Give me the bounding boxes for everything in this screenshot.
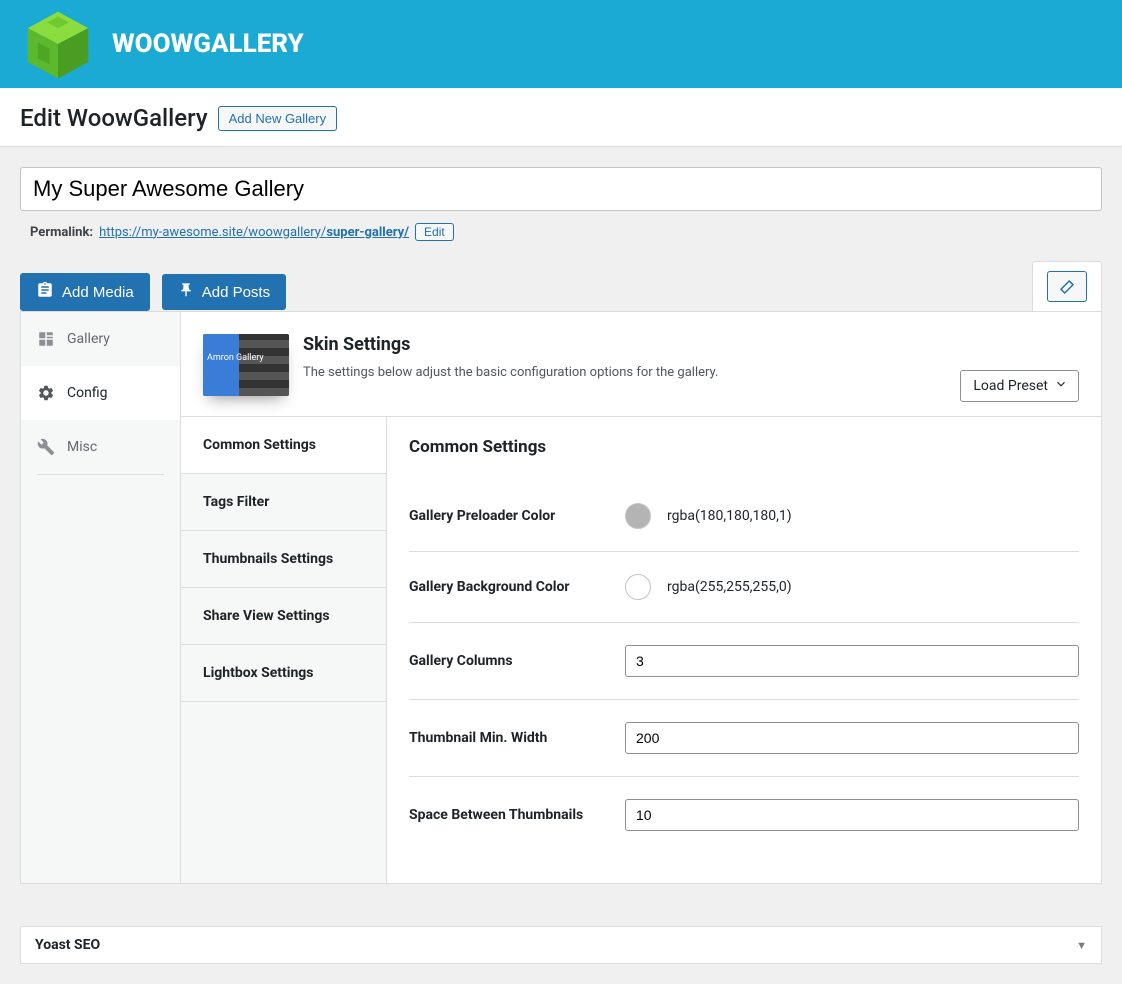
field-space-between: Space Between Thumbnails — [409, 777, 1079, 853]
skin-header: Amron Gallery Skin Settings The settings… — [181, 312, 1101, 416]
sidebar-item-misc[interactable]: Misc — [21, 420, 180, 474]
permalink-row: Permalink: https://my-awesome.site/woowg… — [30, 223, 1102, 241]
chevron-down-icon — [1054, 377, 1068, 395]
triangle-down-icon: ▼ — [1076, 939, 1087, 952]
wrench-icon — [37, 438, 55, 456]
edit-permalink-button[interactable]: Edit — [415, 223, 454, 241]
settings-wrap: Common Settings Tags Filter Thumbnails S… — [181, 416, 1101, 883]
wand-button[interactable] — [1047, 271, 1087, 302]
page-title: Edit WoowGallery — [20, 104, 208, 132]
tab-thumbnails-settings[interactable]: Thumbnails Settings — [181, 531, 386, 588]
field-columns: Gallery Columns — [409, 623, 1079, 699]
skin-thumbnail: Amron Gallery — [203, 334, 289, 396]
preloader-color-value: rgba(180,180,180,1) — [667, 508, 792, 524]
sidebar-item-gallery[interactable]: Gallery — [21, 312, 180, 366]
field-bg-color: Gallery Background Color rgba(255,255,25… — [409, 552, 1079, 622]
tab-lightbox-settings[interactable]: Lightbox Settings — [181, 645, 386, 702]
toolbar: Add Media Add Posts — [20, 273, 1102, 311]
load-preset-select[interactable]: Load Preset — [960, 370, 1079, 402]
tab-common-settings[interactable]: Common Settings — [181, 417, 386, 474]
skin-title: Skin Settings — [303, 334, 718, 355]
top-banner: WOOWGALLERY — [0, 0, 1122, 88]
field-thumb-min-width: Thumbnail Min. Width — [409, 700, 1079, 776]
sidebar-divider — [37, 474, 164, 475]
thumb-min-width-input[interactable] — [625, 722, 1079, 754]
permalink-label: Permalink: — [30, 225, 93, 240]
sidebar: Gallery Config Misc — [21, 312, 181, 883]
preloader-color-swatch[interactable] — [625, 503, 651, 529]
bg-color-value: rgba(255,255,255,0) — [667, 579, 792, 595]
gallery-title-input[interactable] — [20, 167, 1102, 211]
yoast-label: Yoast SEO — [35, 937, 100, 953]
settings-content: Common Settings Gallery Preloader Color … — [387, 417, 1101, 883]
skin-description: The settings below adjust the basic conf… — [303, 365, 718, 380]
permalink-link[interactable]: https://my-awesome.site/woowgallery/supe… — [99, 225, 409, 240]
brand-logo — [22, 5, 94, 83]
columns-input[interactable] — [625, 645, 1079, 677]
main-panel: Gallery Config Misc Amron Gallery — [20, 311, 1102, 884]
add-media-button[interactable]: Add Media — [20, 273, 150, 311]
settings-tabs: Common Settings Tags Filter Thumbnails S… — [181, 417, 387, 883]
section-title: Common Settings — [409, 437, 1079, 457]
tab-share-view-settings[interactable]: Share View Settings — [181, 588, 386, 645]
tab-tags-filter[interactable]: Tags Filter — [181, 474, 386, 531]
page-header: Edit WoowGallery Add New Gallery — [0, 88, 1122, 147]
sidebar-item-config[interactable]: Config — [21, 366, 180, 420]
add-new-gallery-button[interactable]: Add New Gallery — [218, 106, 338, 131]
bg-color-swatch[interactable] — [625, 574, 651, 600]
toolbar-right — [1032, 261, 1102, 311]
gear-icon — [37, 384, 55, 402]
brand-name: WOOWGALLERY — [112, 29, 304, 59]
field-preloader-color: Gallery Preloader Color rgba(180,180,180… — [409, 481, 1079, 551]
space-between-input[interactable] — [625, 799, 1079, 831]
pin-icon — [178, 282, 194, 302]
yoast-seo-panel[interactable]: Yoast SEO ▼ — [20, 926, 1102, 964]
add-posts-button[interactable]: Add Posts — [162, 274, 286, 310]
grid-icon — [37, 330, 55, 348]
media-icon — [36, 281, 54, 303]
panel-body: Amron Gallery Skin Settings The settings… — [181, 312, 1101, 883]
